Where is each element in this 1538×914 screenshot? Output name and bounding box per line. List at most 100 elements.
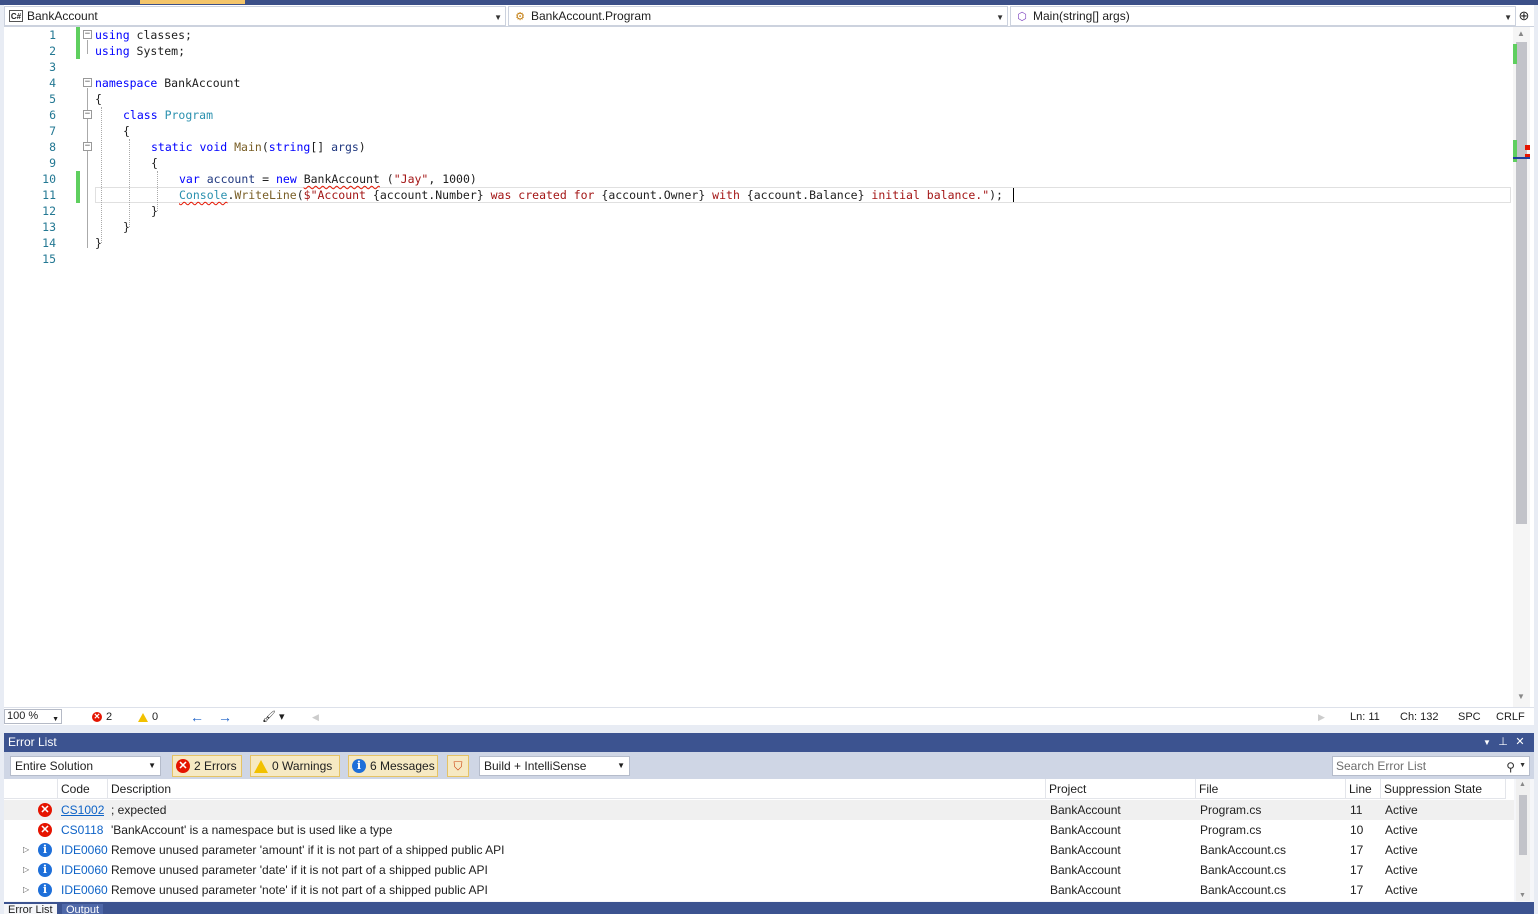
tab-error-list[interactable]: Error List — [4, 904, 57, 914]
member-dropdown[interactable]: ⬡ Main(string[] args) ▼ — [1010, 6, 1516, 26]
error-line: 17 — [1350, 883, 1364, 897]
tab-output[interactable]: Output — [62, 904, 104, 914]
warnings-filter-label: 0 Warnings — [272, 759, 333, 773]
code-editor[interactable]: 1 2 3 4 5 6 7 8 9 10 11 12 13 14 15 − − … — [4, 27, 1534, 707]
active-document-tab-indicator[interactable] — [140, 0, 245, 4]
info-circle-icon: i — [352, 759, 366, 773]
column-header-description[interactable]: Description — [108, 779, 1046, 799]
change-marker — [76, 27, 80, 59]
window-options-icon[interactable]: ▼ — [1480, 733, 1494, 752]
build-filter-dropdown[interactable]: Build + IntelliSense ▼ — [479, 756, 630, 776]
errors-filter-button[interactable]: ✕ 2 Errors — [172, 755, 242, 777]
line-number: 11 — [42, 188, 56, 202]
code-line-11: Console.WriteLine($"Account {account.Num… — [179, 188, 1003, 202]
error-circle-icon: ✕ — [38, 823, 52, 837]
line-number: 10 — [42, 172, 56, 186]
expand-row-icon[interactable]: ▷ — [23, 880, 29, 900]
column-header-file[interactable]: File — [1196, 779, 1346, 799]
error-code-link[interactable]: CS1002 — [61, 800, 104, 820]
error-squiggle[interactable]: Console — [179, 188, 227, 202]
navigate-forward-icon[interactable]: → — [218, 710, 232, 724]
warning-count-indicator[interactable]: 0 — [138, 710, 158, 724]
column-header-project[interactable]: Project — [1046, 779, 1196, 799]
errors-filter-label: 2 Errors — [194, 759, 237, 773]
line-number: 7 — [49, 124, 56, 138]
warning-triangle-icon — [254, 759, 268, 773]
scrollbar-thumb[interactable] — [1519, 795, 1527, 855]
error-count-indicator[interactable]: ✕ 2 — [92, 710, 112, 724]
editor-vertical-scrollbar[interactable]: ▲ ▼ — [1513, 27, 1530, 707]
table-row[interactable]: ✕ CS1002 ; expected BankAccount Program.… — [4, 800, 1514, 820]
code-line-4: namespace BankAccount — [95, 76, 241, 90]
scrollbar-thumb[interactable] — [1516, 42, 1527, 524]
warning-count: 0 — [152, 711, 159, 723]
error-file: Program.cs — [1200, 823, 1262, 837]
line-number: 14 — [42, 236, 56, 250]
collapse-icon[interactable]: − — [83, 142, 92, 151]
table-row[interactable]: ▷ i IDE0060 Remove unused parameter 'amo… — [4, 840, 1514, 860]
messages-filter-label: 6 Messages — [370, 759, 435, 773]
line-number: 12 — [42, 204, 56, 218]
line-number: 9 — [49, 156, 56, 170]
column-indicator[interactable]: Ch: 132 — [1400, 710, 1439, 724]
line-number: 15 — [42, 252, 56, 266]
line-ending-indicator[interactable]: CRLF — [1496, 710, 1525, 724]
scroll-up-icon[interactable]: ▲ — [1519, 781, 1526, 788]
split-editor-icon[interactable]: ⊕ — [1516, 7, 1532, 25]
scroll-left-icon[interactable]: ◀ — [312, 710, 319, 724]
error-code-link[interactable]: CS0118 — [61, 820, 103, 840]
error-state: Active — [1385, 823, 1418, 837]
error-squiggle[interactable]: BankAccount — [304, 172, 380, 186]
change-overview-mark — [1513, 44, 1517, 64]
column-header-suppression[interactable]: Suppression State — [1381, 779, 1506, 799]
error-project: BankAccount — [1050, 843, 1121, 857]
type-dropdown[interactable]: ⚙ BankAccount.Program ▼ — [508, 6, 1008, 26]
table-row[interactable]: ▷ i IDE0060 Remove unused parameter 'dat… — [4, 860, 1514, 880]
cleanup-brush-icon[interactable]: 🖌 ▾ — [262, 710, 285, 724]
table-row[interactable]: ▷ i IDE0060 Remove unused parameter 'not… — [4, 880, 1514, 900]
pin-icon[interactable]: ⊥ — [1496, 733, 1510, 752]
whitespace-indicator[interactable]: SPC — [1458, 710, 1481, 724]
error-project: BankAccount — [1050, 823, 1121, 837]
error-list-table[interactable]: Code Description Project File Line Suppr… — [4, 779, 1514, 901]
indent-guide — [129, 139, 130, 227]
search-error-list-input[interactable]: Search Error List ⚲ ▼ — [1332, 756, 1530, 776]
indent-guide — [101, 107, 102, 243]
collapse-icon[interactable]: − — [83, 110, 92, 119]
collapse-icon[interactable]: − — [83, 78, 92, 87]
error-code-link[interactable]: IDE0060 — [61, 860, 108, 880]
line-indicator[interactable]: Ln: 11 — [1350, 710, 1380, 724]
code-area[interactable]: using classes; using System; namespace B… — [95, 27, 1513, 707]
editor-gutter: 1 2 3 4 5 6 7 8 9 10 11 12 13 14 15 − − … — [4, 27, 94, 707]
error-code-link[interactable]: IDE0060 — [61, 880, 108, 900]
caret-overview-mark — [1513, 157, 1530, 159]
scroll-right-icon[interactable]: ▶ — [1318, 710, 1325, 724]
expand-row-icon[interactable]: ▷ — [23, 860, 29, 880]
error-description: 'BankAccount' is a namespace but is used… — [111, 823, 393, 837]
line-number: 1 — [49, 28, 56, 42]
error-list-scrollbar[interactable]: ▲ ▼ — [1516, 779, 1530, 901]
close-icon[interactable]: ✕ — [1513, 733, 1527, 752]
expand-row-icon[interactable]: ▷ — [23, 840, 29, 860]
warnings-filter-button[interactable]: 0 Warnings — [250, 755, 340, 777]
collapse-icon[interactable]: − — [83, 30, 92, 39]
scroll-down-icon[interactable]: ▼ — [1519, 892, 1526, 899]
column-header-line[interactable]: Line — [1346, 779, 1381, 799]
table-row[interactable]: ✕ CS0118 'BankAccount' is a namespace bu… — [4, 820, 1514, 840]
scroll-up-icon[interactable]: ▲ — [1517, 29, 1525, 38]
zoom-dropdown[interactable]: 100 % ▼ — [4, 709, 62, 724]
scroll-down-icon[interactable]: ▼ — [1517, 692, 1525, 701]
chevron-down-icon: ▼ — [1519, 762, 1526, 769]
project-dropdown[interactable]: C# BankAccount ▼ — [4, 6, 506, 26]
error-code-link[interactable]: IDE0060 — [61, 840, 108, 860]
error-count: 2 — [106, 711, 113, 723]
column-header-icon[interactable] — [4, 779, 58, 799]
filter-icon[interactable]: ⛉ — [447, 755, 469, 777]
navigate-back-icon[interactable]: ← — [190, 710, 204, 724]
error-description: ; expected — [111, 803, 167, 817]
error-line: 17 — [1350, 843, 1364, 857]
column-header-code[interactable]: Code — [58, 779, 108, 799]
messages-filter-button[interactable]: i 6 Messages — [348, 755, 438, 777]
error-file: BankAccount.cs — [1200, 863, 1287, 877]
scope-dropdown[interactable]: Entire Solution ▼ — [10, 756, 161, 776]
